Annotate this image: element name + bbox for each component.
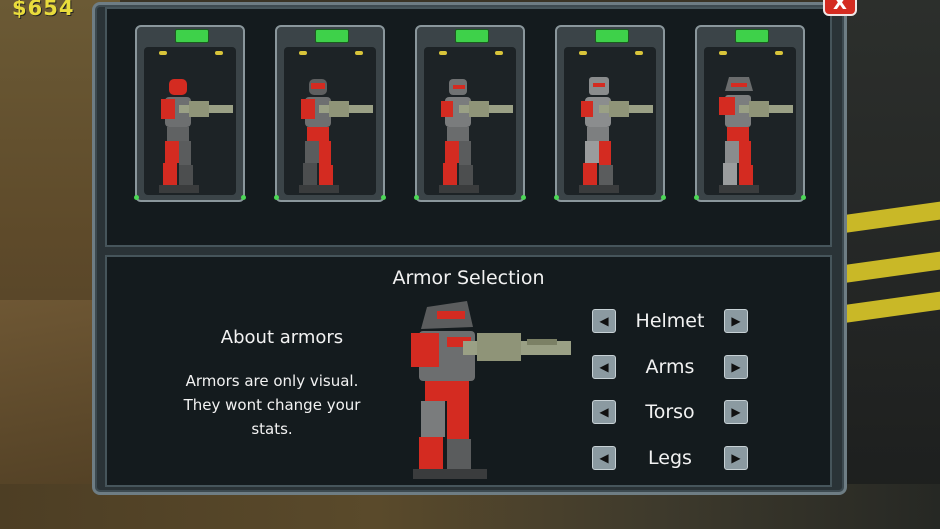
robot-preview-icon bbox=[411, 301, 571, 479]
torso-selector: ◀ Torso ▶ bbox=[592, 400, 752, 426]
panel-title: Armor Selection bbox=[392, 267, 545, 289]
legs-selector: ◀ Legs ▶ bbox=[592, 446, 752, 472]
card-corner-light bbox=[661, 195, 666, 200]
arms-selector: ◀ Arms ▶ bbox=[592, 355, 752, 381]
armor-card[interactable] bbox=[274, 25, 386, 202]
card-lamp bbox=[299, 51, 307, 55]
legs-next-button[interactable]: ▶ bbox=[724, 446, 748, 470]
card-lamp bbox=[159, 51, 167, 55]
arms-label: Arms bbox=[645, 356, 695, 378]
card-status-tag bbox=[175, 29, 209, 43]
about-text-line: stats. bbox=[251, 420, 293, 438]
card-lamp bbox=[579, 51, 587, 55]
card-status-tag bbox=[315, 29, 349, 43]
card-lamp bbox=[635, 51, 643, 55]
card-lamp bbox=[439, 51, 447, 55]
about-text-line: Armors are only visual. bbox=[185, 372, 359, 390]
card-corner-light bbox=[801, 195, 806, 200]
card-status-tag bbox=[595, 29, 629, 43]
robot-armor-icon bbox=[299, 79, 373, 193]
arms-prev-button[interactable]: ◀ bbox=[592, 355, 616, 379]
torso-label: Torso bbox=[645, 401, 695, 423]
money-counter: $654 bbox=[12, 0, 75, 20]
robot-armor-icon bbox=[579, 77, 653, 193]
card-corner-light bbox=[414, 195, 419, 200]
card-status-tag bbox=[455, 29, 489, 43]
armor-card-row bbox=[105, 7, 832, 247]
card-status-tag bbox=[735, 29, 769, 43]
robot-armor-icon bbox=[159, 79, 233, 193]
card-corner-light bbox=[521, 195, 526, 200]
legs-label: Legs bbox=[648, 447, 692, 469]
card-corner-light bbox=[134, 195, 139, 200]
arms-next-button[interactable]: ▶ bbox=[724, 355, 748, 379]
helmet-selector: ◀ Helmet ▶ bbox=[592, 309, 752, 335]
card-corner-light bbox=[694, 195, 699, 200]
card-lamp bbox=[215, 51, 223, 55]
card-lamp bbox=[495, 51, 503, 55]
armor-selection-area: Armor Selection About armors Armors are … bbox=[105, 255, 832, 487]
torso-prev-button[interactable]: ◀ bbox=[592, 400, 616, 424]
card-corner-light bbox=[381, 195, 386, 200]
helmet-next-button[interactable]: ▶ bbox=[724, 309, 748, 333]
helmet-prev-button[interactable]: ◀ bbox=[592, 309, 616, 333]
card-lamp bbox=[355, 51, 363, 55]
armor-card[interactable] bbox=[694, 25, 806, 202]
robot-armor-icon bbox=[439, 79, 513, 193]
card-lamp bbox=[719, 51, 727, 55]
armor-card[interactable] bbox=[554, 25, 666, 202]
armor-card[interactable] bbox=[414, 25, 526, 202]
helmet-label: Helmet bbox=[635, 310, 705, 332]
card-corner-light bbox=[241, 195, 246, 200]
card-corner-light bbox=[274, 195, 279, 200]
card-corner-light bbox=[554, 195, 559, 200]
armor-card[interactable] bbox=[134, 25, 246, 202]
close-button[interactable]: X bbox=[823, 0, 857, 16]
card-lamp bbox=[775, 51, 783, 55]
legs-prev-button[interactable]: ◀ bbox=[592, 446, 616, 470]
armor-dialog: Armor Selection About armors Armors are … bbox=[92, 2, 847, 495]
robot-armor-icon bbox=[719, 77, 793, 193]
about-text: Armors are only visual. They wont change… bbox=[152, 369, 392, 441]
torso-next-button[interactable]: ▶ bbox=[724, 400, 748, 424]
about-text-line: They wont change your bbox=[183, 396, 361, 414]
about-heading: About armors bbox=[220, 327, 344, 348]
